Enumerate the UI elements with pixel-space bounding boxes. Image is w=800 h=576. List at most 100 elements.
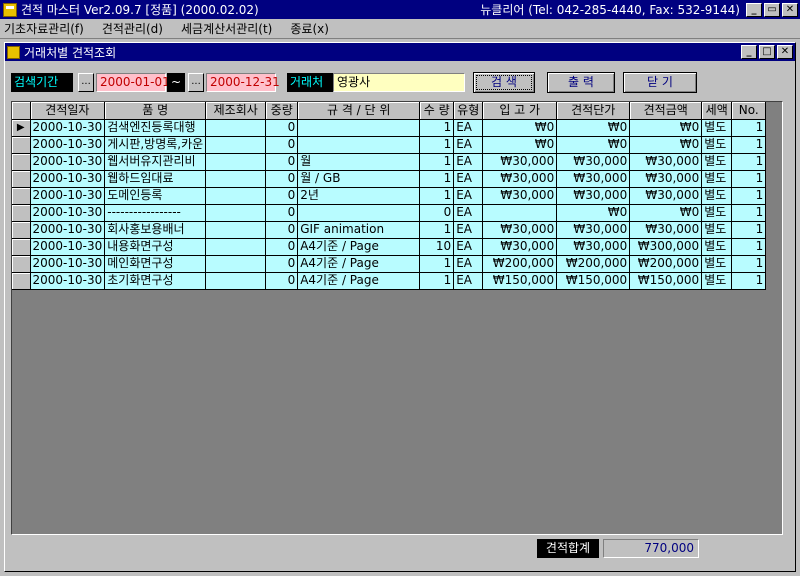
table-row[interactable]: 2000-10-30 초기화면구성 0 A4기준 / Page 1 EA ₩150,000 ₩…: [12, 272, 767, 290]
cell-cost[interactable]: ₩30,000: [482, 153, 558, 171]
cell-unit-price[interactable]: ₩30,000: [556, 170, 631, 188]
cell-type[interactable]: EA: [453, 119, 484, 137]
row-selector[interactable]: [12, 187, 31, 205]
cell-amount[interactable]: ₩0: [629, 204, 703, 222]
cell-spec[interactable]: A4기준 / Page: [297, 238, 421, 256]
table-row[interactable]: 2000-10-30 회사홍보용배너 0 GIF animation 1 EA ₩30,00…: [12, 221, 767, 239]
cell-date[interactable]: 2000-10-30: [30, 221, 106, 239]
cell-amount[interactable]: ₩30,000: [629, 221, 703, 239]
column-header-amount[interactable]: 견적금액: [629, 102, 703, 120]
cell-item[interactable]: 초기화면구성: [104, 272, 207, 290]
cell-quantity[interactable]: 1: [419, 170, 455, 188]
table-row[interactable]: 2000-10-30 게시판,방명록,카운 0 1 EA ₩0 ₩0 ₩0 별도 1: [12, 136, 767, 154]
cell-date[interactable]: 2000-10-30: [30, 136, 106, 154]
table-row[interactable]: 2000-10-30 ----------------- 0 0 EA ₩0 ₩0 별도 1: [12, 204, 767, 222]
child-maximize-button[interactable]: □: [759, 45, 775, 59]
column-header-date[interactable]: 견적일자: [30, 102, 106, 120]
cell-unit-price[interactable]: ₩200,000: [556, 255, 631, 273]
cell-weight[interactable]: 0: [265, 204, 299, 222]
print-button[interactable]: 출 력: [547, 72, 615, 93]
cell-item[interactable]: 회사홍보용배너: [104, 221, 207, 239]
cell-weight[interactable]: 0: [265, 238, 299, 256]
cell-item[interactable]: 웹서버유지관리비: [104, 153, 207, 171]
cell-no[interactable]: 1: [731, 187, 767, 205]
cell-no[interactable]: 1: [731, 136, 767, 154]
cell-cost[interactable]: ₩30,000: [482, 221, 558, 239]
estimate-grid[interactable]: 견적일자 품 명 제조회사 중량 규 격 / 단 위 수 량 유형 입 고 가 …: [11, 101, 783, 535]
cell-weight[interactable]: 0: [265, 221, 299, 239]
cell-amount[interactable]: ₩30,000: [629, 170, 703, 188]
cell-date[interactable]: 2000-10-30: [30, 187, 106, 205]
cell-weight[interactable]: 0: [265, 170, 299, 188]
cell-maker[interactable]: [205, 238, 267, 256]
cell-unit-price[interactable]: ₩150,000: [556, 272, 631, 290]
cell-item[interactable]: 내용화면구성: [104, 238, 207, 256]
cell-tax[interactable]: 별도: [701, 238, 733, 256]
cell-tax[interactable]: 별도: [701, 153, 733, 171]
cell-type[interactable]: EA: [453, 204, 484, 222]
child-close-button[interactable]: ✕: [777, 45, 793, 59]
cell-type[interactable]: EA: [453, 255, 484, 273]
cell-quantity[interactable]: 1: [419, 119, 455, 137]
cell-date[interactable]: 2000-10-30: [30, 153, 106, 171]
restore-button[interactable]: ▭: [764, 2, 780, 17]
menu-tax-invoice[interactable]: 세금계산서관리(t): [181, 20, 272, 37]
cell-maker[interactable]: [205, 119, 267, 137]
cell-date[interactable]: 2000-10-30: [30, 238, 106, 256]
cell-cost[interactable]: ₩150,000: [482, 272, 558, 290]
cell-cost[interactable]: ₩200,000: [482, 255, 558, 273]
cell-weight[interactable]: 0: [265, 119, 299, 137]
cell-spec[interactable]: [297, 136, 421, 154]
date-to-picker-button[interactable]: ...: [188, 73, 204, 92]
cell-quantity[interactable]: 0: [419, 204, 455, 222]
cell-maker[interactable]: [205, 221, 267, 239]
current-row-indicator[interactable]: ▶: [12, 119, 31, 137]
cell-item[interactable]: 웹하드임대료: [104, 170, 207, 188]
date-from-field[interactable]: 2000-01-01: [96, 73, 170, 92]
cell-amount[interactable]: ₩150,000: [629, 272, 703, 290]
column-header-type[interactable]: 유형: [453, 102, 484, 120]
cell-item[interactable]: -----------------: [104, 204, 207, 222]
cell-weight[interactable]: 0: [265, 255, 299, 273]
row-selector[interactable]: [12, 136, 31, 154]
cell-quantity[interactable]: 1: [419, 136, 455, 154]
cell-tax[interactable]: 별도: [701, 187, 733, 205]
cell-spec[interactable]: A4기준 / Page: [297, 272, 421, 290]
cell-spec[interactable]: [297, 119, 421, 137]
cell-cost[interactable]: ₩30,000: [482, 187, 558, 205]
cell-no[interactable]: 1: [731, 170, 767, 188]
row-selector[interactable]: [12, 170, 31, 188]
column-header-item[interactable]: 품 명: [104, 102, 207, 120]
cell-spec[interactable]: 월: [297, 153, 421, 171]
date-to-field[interactable]: 2000-12-31: [206, 73, 280, 92]
cell-cost[interactable]: [482, 204, 558, 222]
cell-tax[interactable]: 별도: [701, 204, 733, 222]
cell-date[interactable]: 2000-10-30: [30, 204, 106, 222]
cell-maker[interactable]: [205, 255, 267, 273]
cell-amount[interactable]: ₩0: [629, 119, 703, 137]
cell-quantity[interactable]: 1: [419, 272, 455, 290]
cell-type[interactable]: EA: [453, 238, 484, 256]
table-row[interactable]: 2000-10-30 내용화면구성 0 A4기준 / Page 10 EA ₩30,000 ₩…: [12, 238, 767, 256]
cell-item[interactable]: 게시판,방명록,카운: [104, 136, 207, 154]
cell-tax[interactable]: 별도: [701, 170, 733, 188]
table-row[interactable]: 2000-10-30 웹하드임대료 0 월 / GB 1 EA ₩30,000 ₩30,000…: [12, 170, 767, 188]
cell-date[interactable]: 2000-10-30: [30, 119, 106, 137]
cell-quantity[interactable]: 1: [419, 255, 455, 273]
cell-no[interactable]: 1: [731, 221, 767, 239]
cell-amount[interactable]: ₩30,000: [629, 153, 703, 171]
column-header-cost[interactable]: 입 고 가: [482, 102, 558, 120]
cell-no[interactable]: 1: [731, 272, 767, 290]
cell-cost[interactable]: ₩0: [482, 136, 558, 154]
date-from-picker-button[interactable]: ...: [78, 73, 94, 92]
cell-quantity[interactable]: 1: [419, 221, 455, 239]
column-header-tax[interactable]: 세액: [701, 102, 733, 120]
cell-spec[interactable]: 월 / GB: [297, 170, 421, 188]
cell-maker[interactable]: [205, 187, 267, 205]
cell-date[interactable]: 2000-10-30: [30, 272, 106, 290]
cell-unit-price[interactable]: ₩0: [556, 204, 631, 222]
minimize-button[interactable]: _: [746, 2, 762, 17]
cell-date[interactable]: 2000-10-30: [30, 170, 106, 188]
client-input[interactable]: 영광사: [333, 73, 465, 92]
cell-unit-price[interactable]: ₩0: [556, 136, 631, 154]
